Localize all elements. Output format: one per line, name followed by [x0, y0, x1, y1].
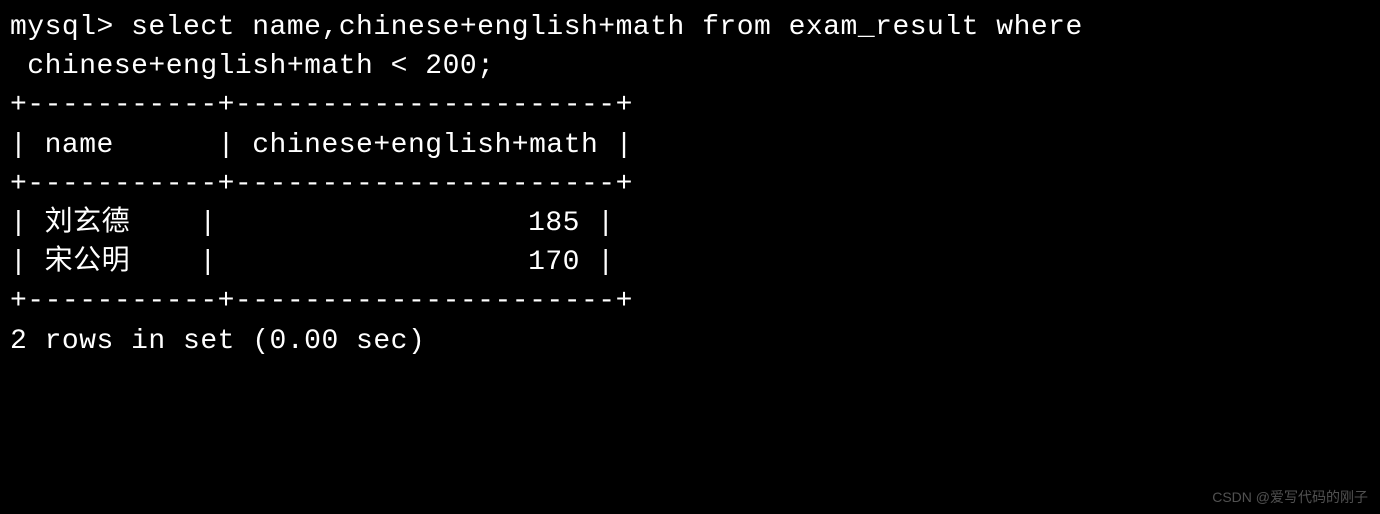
- table-border-mid: +-----------+----------------------+: [10, 169, 633, 200]
- table-border-top: +-----------+----------------------+: [10, 90, 633, 121]
- mysql-prompt[interactable]: mysql>: [10, 12, 131, 43]
- result-footer: 2 rows in set (0.00 sec): [10, 326, 425, 357]
- table-row: | 宋公明 | 170 |: [10, 247, 615, 278]
- query-text-line1: select name,chinese+english+math from ex…: [131, 12, 1083, 43]
- table-row: | 刘玄德 | 185 |: [10, 208, 615, 239]
- watermark-text: CSDN @爱写代码的刚子: [1212, 488, 1368, 508]
- query-text-line2: chinese+english+math < 200;: [10, 51, 494, 82]
- terminal-output: mysql> select name,chinese+english+math …: [10, 8, 1370, 361]
- table-border-bottom: +-----------+----------------------+: [10, 286, 633, 317]
- table-header-row: | name | chinese+english+math |: [10, 130, 633, 161]
